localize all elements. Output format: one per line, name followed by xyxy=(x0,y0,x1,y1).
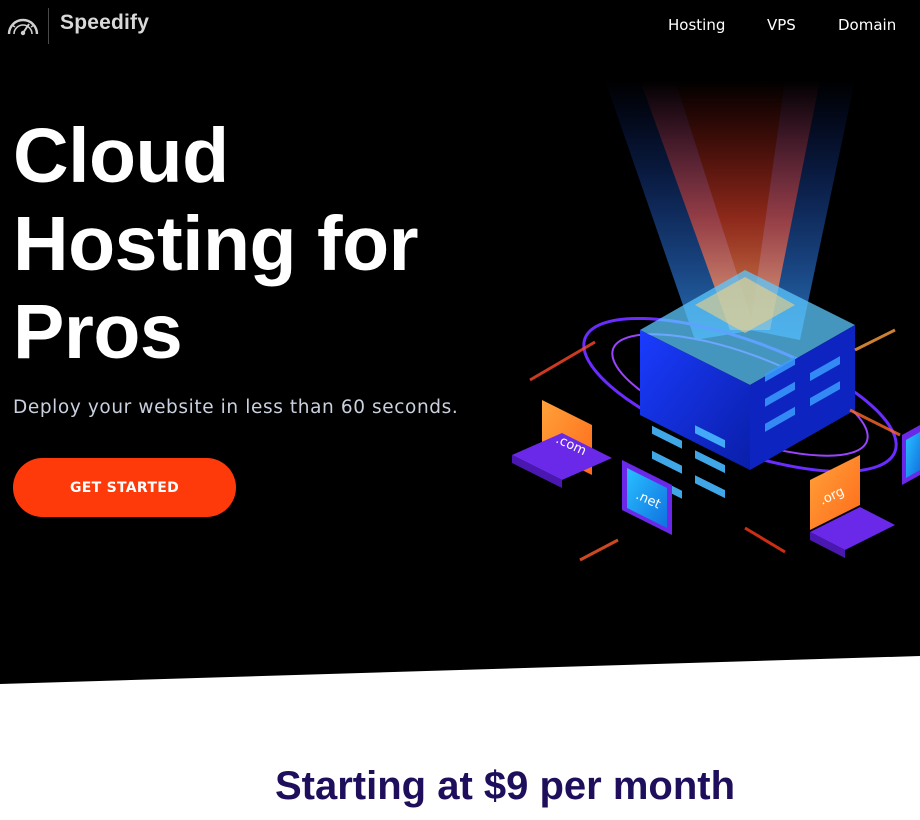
pricing-heading: Starting at $9 per month xyxy=(274,764,736,808)
server-rack xyxy=(640,270,855,499)
hero-title-line-3: Pros xyxy=(13,289,183,375)
logo-divider xyxy=(48,8,49,44)
nav-hosting-link[interactable]: Hosting xyxy=(668,16,725,34)
hero-title: Cloud Hosting for Pros xyxy=(13,112,493,376)
nav-domain-link[interactable]: Domain xyxy=(838,16,896,34)
landing-page: Speedify Hosting VPS Domain Cloud Hosting… xyxy=(0,0,920,820)
hero-section: Speedify Hosting VPS Domain Cloud Hosting… xyxy=(0,0,920,684)
get-started-button[interactable]: GET STARTED xyxy=(13,458,236,517)
edge-tablet xyxy=(902,425,920,485)
speedometer-icon[interactable] xyxy=(6,12,40,38)
server-cloud-illustration: .com .net .org xyxy=(512,80,920,562)
tablet-net: .net xyxy=(622,460,672,535)
hero-subtitle: Deploy your website in less than 60 seco… xyxy=(13,397,459,418)
nav-vps-link[interactable]: VPS xyxy=(767,16,796,34)
hero-title-line-2: Hosting for xyxy=(13,201,419,287)
hero-title-line-1: Cloud xyxy=(13,113,229,199)
site-header: Speedify Hosting VPS Domain xyxy=(0,0,920,50)
logo-text[interactable]: Speedify xyxy=(60,11,149,35)
laptop-com: .com xyxy=(512,400,612,488)
